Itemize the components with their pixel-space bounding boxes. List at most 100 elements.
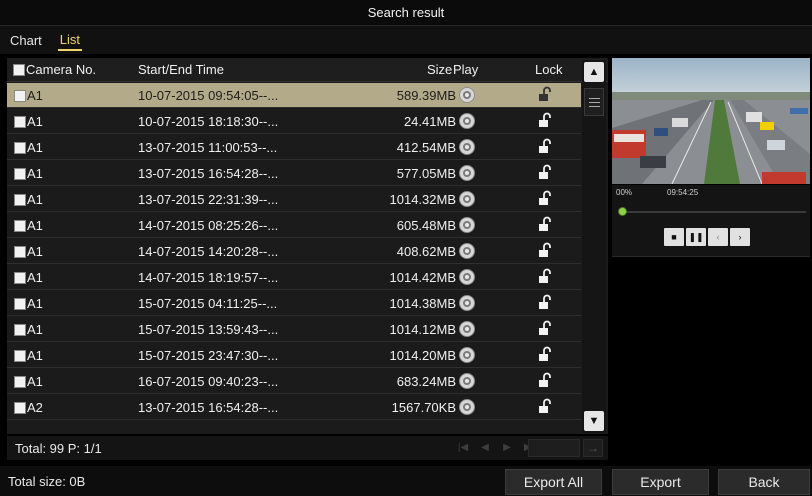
row-time: 13-07-2015 11:00:53--... [138, 140, 278, 155]
export-all-button[interactable]: Export All [505, 469, 602, 495]
row-size: 1567.70KB [391, 400, 456, 415]
table-row[interactable]: A1 15-07-2015 23:47:30--... 1014.20MB [7, 343, 581, 368]
row-checkbox[interactable] [14, 194, 26, 206]
back-button[interactable]: Back [718, 469, 810, 495]
unlock-icon[interactable] [538, 216, 552, 235]
row-checkbox[interactable] [14, 246, 26, 258]
stop-icon[interactable]: ■ [664, 228, 684, 246]
table-row[interactable]: A1 16-07-2015 09:40:23--... 683.24MB [7, 369, 581, 394]
table-row[interactable]: A1 10-07-2015 09:54:05--... 589.39MB [7, 83, 581, 108]
row-time: 13-07-2015 16:54:28--... [138, 166, 279, 181]
row-size: 24.41MB [403, 114, 456, 129]
scroll-down-button[interactable]: ▼ [584, 411, 604, 431]
unlock-icon[interactable] [538, 242, 552, 261]
row-time: 15-07-2015 13:59:43--... [138, 322, 279, 337]
row-size: 1014.38MB [389, 296, 457, 311]
play-icon[interactable] [459, 191, 475, 207]
progress-handle[interactable] [618, 207, 627, 216]
row-camera-label: A1 [27, 374, 43, 389]
pause-icon[interactable]: ❚❚ [686, 228, 706, 246]
row-checkbox[interactable] [14, 142, 26, 154]
table-row[interactable]: A1 15-07-2015 13:59:43--... 1014.12MB [7, 317, 581, 342]
page-go-button[interactable]: → [583, 439, 603, 457]
table-row[interactable]: A2 13-07-2015 16:54:28--... 1567.70KB [7, 395, 581, 420]
tab-chart[interactable]: Chart [8, 31, 44, 50]
row-camera: A2 [14, 400, 43, 415]
window-titlebar: Search result [0, 0, 812, 26]
table-row[interactable]: A1 14-07-2015 18:19:57--... 1014.42MB [7, 265, 581, 290]
row-camera: A1 [14, 88, 43, 103]
play-icon[interactable] [459, 373, 475, 389]
unlock-icon[interactable] [538, 112, 552, 131]
play-icon[interactable] [459, 347, 475, 363]
table-row[interactable]: A1 14-07-2015 08:25:26--... 605.48MB [7, 213, 581, 238]
table-row[interactable]: A1 14-07-2015 14:20:28--... 408.62MB [7, 239, 581, 264]
row-size: 412.54MB [396, 140, 456, 155]
unlock-icon[interactable] [538, 372, 552, 391]
row-checkbox[interactable] [14, 168, 26, 180]
unlock-icon[interactable] [538, 190, 552, 209]
first-page-icon[interactable]: |◀ [455, 440, 471, 456]
play-icon[interactable] [459, 399, 475, 415]
next-page-icon[interactable]: ▶ [499, 440, 515, 456]
play-icon[interactable] [459, 165, 475, 181]
progress-track[interactable] [620, 211, 806, 213]
row-checkbox[interactable] [14, 376, 26, 388]
row-camera: A1 [14, 348, 43, 363]
row-checkbox[interactable] [14, 272, 26, 284]
table-row[interactable]: A1 13-07-2015 16:54:28--... 577.05MB [7, 161, 581, 186]
row-checkbox[interactable] [14, 298, 26, 310]
play-icon[interactable] [459, 243, 475, 259]
unlock-icon[interactable] [538, 320, 552, 339]
row-size: 577.05MB [396, 166, 456, 181]
export-button[interactable]: Export [612, 469, 709, 495]
row-checkbox[interactable] [14, 220, 26, 232]
playback-time: 09:54:25 [667, 188, 699, 197]
table-row[interactable]: A1 13-07-2015 11:00:53--... 412.54MB [7, 135, 581, 160]
row-camera-label: A1 [27, 88, 43, 103]
unlock-icon[interactable] [538, 164, 552, 183]
unlock-icon[interactable] [538, 398, 552, 417]
table-row[interactable]: A1 10-07-2015 18:18:30--... 24.41MB [7, 109, 581, 134]
prev-frame-icon[interactable]: ‹ [708, 228, 728, 246]
unlock-icon[interactable] [538, 138, 552, 157]
play-icon[interactable] [459, 113, 475, 129]
view-tabs: Chart List [0, 26, 812, 54]
unlock-icon[interactable] [538, 268, 552, 287]
row-checkbox[interactable] [14, 116, 26, 128]
play-icon[interactable] [459, 87, 475, 103]
row-checkbox[interactable] [14, 90, 26, 102]
row-camera: A1 [14, 166, 43, 181]
unlock-icon[interactable] [538, 86, 552, 105]
play-icon[interactable] [459, 295, 475, 311]
play-icon[interactable] [459, 217, 475, 233]
play-icon[interactable] [459, 139, 475, 155]
row-camera-label: A1 [27, 270, 43, 285]
prev-page-icon[interactable]: ◀ [477, 440, 493, 456]
row-time: 14-07-2015 18:19:57--... [138, 270, 279, 285]
row-time: 14-07-2015 08:25:26--... [138, 218, 279, 233]
unlock-icon[interactable] [538, 346, 552, 365]
table-row[interactable]: A1 15-07-2015 04:11:25--... 1014.38MB [7, 291, 581, 316]
play-icon[interactable] [459, 321, 475, 337]
play-icon[interactable] [459, 269, 475, 285]
table-row[interactable]: A1 13-07-2015 22:31:39--... 1014.32MB [7, 187, 581, 212]
row-size: 1014.12MB [389, 322, 457, 337]
select-all-checkbox[interactable] [13, 64, 25, 76]
tab-list[interactable]: List [57, 30, 83, 51]
row-checkbox[interactable] [14, 350, 26, 362]
row-size: 1014.42MB [389, 270, 457, 285]
row-camera: A1 [14, 322, 43, 337]
row-checkbox[interactable] [14, 402, 26, 414]
next-frame-icon[interactable]: › [730, 228, 750, 246]
page-number-input[interactable] [528, 439, 580, 457]
scroll-up-button[interactable]: ▲ [584, 62, 604, 82]
row-size: 605.48MB [396, 218, 456, 233]
scroll-thumb[interactable] [584, 88, 604, 116]
list-scrollbar[interactable]: ▲ ▼ [582, 60, 606, 433]
row-checkbox[interactable] [14, 324, 26, 336]
header-time: Start/End Time [138, 62, 224, 77]
row-camera: A1 [14, 140, 43, 155]
row-camera-label: A1 [27, 192, 43, 207]
unlock-icon[interactable] [538, 294, 552, 313]
